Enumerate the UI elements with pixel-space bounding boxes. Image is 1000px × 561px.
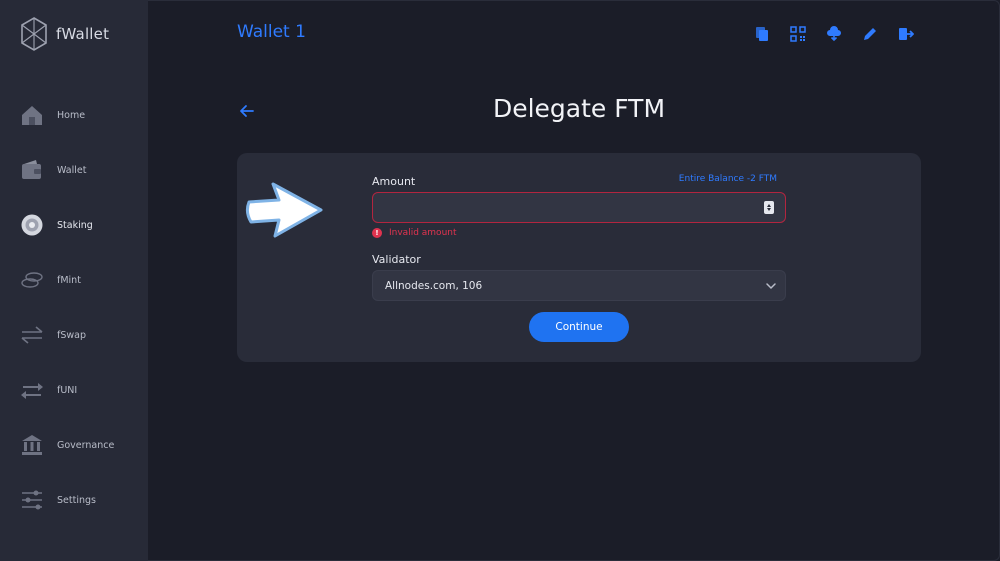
amount-stepper[interactable]	[764, 201, 774, 214]
app-logo[interactable]: fWallet	[20, 17, 109, 51]
sidebar-item-fmint[interactable]: fMint	[0, 260, 148, 300]
sidebar-item-settings[interactable]: Settings	[0, 480, 148, 520]
cloud-download-icon[interactable]	[824, 25, 844, 43]
sidebar-item-governance[interactable]: Governance	[0, 425, 148, 465]
sidebar-item-label: fUNI	[57, 384, 78, 396]
amount-label: Amount	[372, 175, 416, 188]
pointer-arrow-icon	[245, 182, 323, 238]
continue-button[interactable]: Continue	[529, 312, 629, 342]
logout-icon[interactable]	[896, 25, 916, 43]
wallet-toolbar	[752, 25, 932, 43]
chevron-down-icon	[766, 283, 776, 290]
staking-icon	[20, 213, 44, 237]
validator-label: Validator	[372, 253, 421, 266]
sidebar-item-label: Governance	[57, 439, 115, 451]
stepper-down-icon[interactable]	[767, 208, 771, 211]
sidebar-item-label: Staking	[57, 219, 93, 231]
qr-code-icon[interactable]	[788, 25, 808, 43]
sidebar-item-label: fSwap	[57, 329, 86, 341]
sidebar-item-home[interactable]: Home	[0, 95, 148, 135]
home-icon	[20, 103, 44, 127]
sidebar-item-staking[interactable]: Staking	[0, 205, 148, 245]
validator-value: Allnodes.com, 106	[385, 279, 483, 292]
page-title: Delegate FTM	[492, 94, 666, 123]
validator-select[interactable]: Allnodes.com, 106	[372, 270, 786, 301]
transfer-icon	[20, 378, 44, 402]
sliders-icon	[20, 488, 44, 512]
wallet-title[interactable]: Wallet 1	[237, 22, 306, 42]
sidebar-item-label: Wallet	[57, 164, 87, 176]
coins-icon	[20, 268, 44, 292]
entire-balance-link[interactable]: Entire Balance -2 FTM	[679, 174, 777, 184]
edit-pencil-icon[interactable]	[860, 25, 880, 43]
sidebar-item-label: Settings	[57, 494, 96, 506]
swap-icon	[20, 323, 44, 347]
sidebar-item-funi[interactable]: fUNI	[0, 370, 148, 410]
sidebar-item-wallet[interactable]: Wallet	[0, 150, 148, 190]
fantom-logo-icon	[21, 17, 47, 51]
stepper-up-icon[interactable]	[767, 204, 771, 207]
wallet-icon	[20, 158, 44, 182]
error-icon: !	[372, 228, 382, 238]
bank-icon	[20, 433, 44, 457]
app-name: fWallet	[56, 25, 110, 43]
sidebar-item-label: fMint	[57, 274, 81, 286]
amount-error-text: Invalid amount	[389, 228, 457, 238]
amount-input[interactable]	[372, 192, 786, 223]
sidebar: fWallet Home Wallet Staking fMint fSwap …	[0, 0, 148, 561]
copy-icon[interactable]	[752, 25, 772, 43]
sidebar-item-label: Home	[57, 109, 86, 121]
sidebar-item-fswap[interactable]: fSwap	[0, 315, 148, 355]
back-arrow-icon[interactable]	[238, 102, 256, 120]
amount-error: ! Invalid amount	[372, 228, 457, 238]
